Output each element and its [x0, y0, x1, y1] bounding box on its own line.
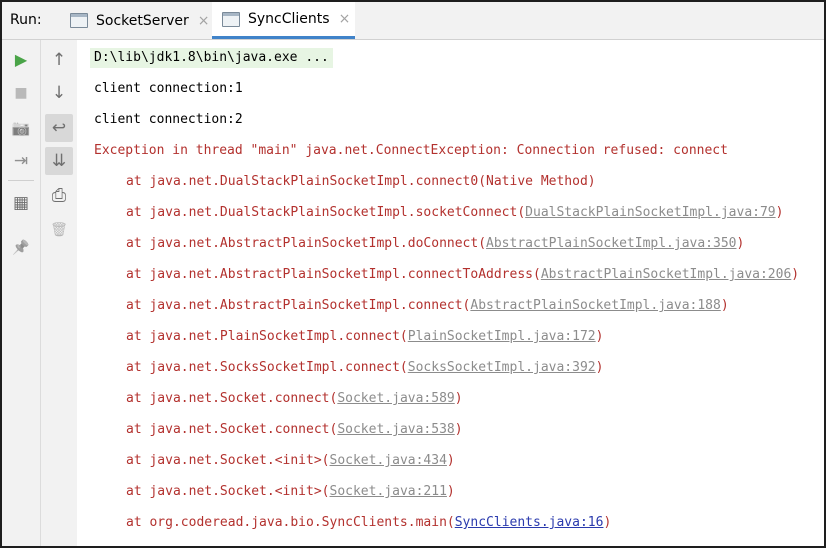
stack-frame-text: at java.net.Socket.connect( [126, 422, 338, 437]
stack-frame-text: ) [736, 236, 745, 251]
stack-frame-text: at java.net.Socket.connect( [126, 391, 338, 406]
stack-frame-text: ) [595, 329, 604, 344]
stack-frame: at java.net.PlainSocketImpl.connect(Plai… [126, 327, 603, 347]
tab-syncclients[interactable]: SyncClients × [212, 2, 355, 39]
stack-frame-text: ) [720, 298, 729, 313]
rerun-button[interactable]: ▶ [7, 46, 35, 74]
stack-frame-text: at org.coderead.java.bio.SyncClients.mai… [126, 515, 455, 530]
run-tab-bar: Run: SocketServer × SyncClients × [2, 2, 824, 40]
print-icon: ⎙ [51, 185, 67, 206]
stack-frame-text: ) [454, 391, 463, 406]
login-icon: ⇥ [13, 150, 29, 171]
stack-frame: at java.net.Socket.<init>(Socket.java:43… [126, 451, 455, 471]
stack-frame-text: ) [791, 267, 800, 282]
output-line: client connection:2 [94, 112, 243, 127]
run-tool-window: Run: SocketServer × SyncClients × ▶ ■ 📷 … [0, 0, 826, 548]
clear-all-button[interactable]: 🗑 [45, 216, 73, 244]
toolbar-divider [8, 180, 34, 181]
application-window-icon [70, 13, 88, 28]
source-link[interactable]: SocksSocketImpl.java:392 [408, 360, 596, 375]
stack-frame-text: at java.net.AbstractPlainSocketImpl.conn… [126, 267, 541, 282]
dump-threads-button[interactable]: 📷 [7, 114, 35, 142]
stack-frame: at java.net.Socket.connect(Socket.java:5… [126, 420, 463, 440]
scroll-to-end-button[interactable]: ⇊ [45, 147, 73, 175]
run-actions-toolbar: ▶ ■ 📷 ⇥ ▦ 📌 [2, 40, 41, 546]
source-link[interactable]: Socket.java:538 [337, 422, 454, 437]
source-link[interactable]: AbstractPlainSocketImpl.java:206 [541, 267, 791, 282]
stack-frame: at java.net.Socket.connect(Socket.java:5… [126, 389, 463, 409]
source-link[interactable]: PlainSocketImpl.java:172 [408, 329, 596, 344]
close-icon[interactable]: × [198, 13, 210, 29]
layout-icon: ▦ [12, 192, 30, 213]
down-stack-frame-button[interactable]: ↓ [45, 79, 73, 107]
soft-wrap-icon: ↩ [51, 117, 67, 138]
stack-frame-text: at java.net.PlainSocketImpl.connect( [126, 329, 408, 344]
stop-button[interactable]: ■ [7, 79, 35, 107]
stack-frame: at java.net.AbstractPlainSocketImpl.conn… [126, 296, 729, 316]
pin-icon: 📌 [12, 240, 30, 256]
command-line: D:\lib\jdk1.8\bin\java.exe ... [90, 48, 333, 68]
console-output[interactable]: D:\lib\jdk1.8\bin\java.exe ... client co… [78, 40, 824, 546]
run-icon: ▶ [14, 50, 28, 69]
trash-icon: 🗑 [50, 222, 68, 238]
stack-frame: at java.net.DualStackPlainSocketImpl.soc… [126, 203, 783, 223]
stack-frame-text: ) [446, 453, 455, 468]
scroll-to-end-icon: ⇊ [51, 150, 67, 171]
stack-frame-text: at java.net.DualStackPlainSocketImpl.con… [126, 174, 596, 189]
stack-frame-text: ) [775, 205, 784, 220]
stack-frame-text: ) [603, 515, 612, 530]
tab-socketserver[interactable]: SocketServer × [60, 2, 212, 39]
tab-label: SocketServer [96, 12, 189, 29]
exception-line: Exception in thread "main" java.net.Conn… [94, 143, 728, 158]
source-link[interactable]: Socket.java:211 [330, 484, 447, 499]
stack-frame-text: at java.net.AbstractPlainSocketImpl.doCo… [126, 236, 487, 251]
source-link[interactable]: Socket.java:434 [330, 453, 447, 468]
source-link[interactable]: AbstractPlainSocketImpl.java:350 [486, 236, 736, 251]
soft-wrap-button[interactable]: ↩ [45, 114, 73, 142]
restore-layout-button[interactable]: ⇥ [7, 147, 35, 175]
stack-frame: at java.net.SocksSocketImpl.connect(Sock… [126, 358, 603, 378]
arrow-down-icon: ↓ [51, 82, 67, 103]
close-icon[interactable]: × [339, 11, 351, 27]
stack-frame-text: ) [454, 422, 463, 437]
stack-frame: at java.net.DualStackPlainSocketImpl.con… [126, 172, 596, 192]
stack-frame-text: ) [446, 484, 455, 499]
tab-label: SyncClients [248, 11, 330, 27]
stack-frame-text: at java.net.DualStackPlainSocketImpl.soc… [126, 205, 526, 220]
arrow-up-icon: ↑ [51, 49, 67, 70]
stack-frame: at java.net.AbstractPlainSocketImpl.conn… [126, 265, 799, 285]
console-actions-toolbar: ↑ ↓ ↩ ⇊ ⎙ 🗑 [41, 40, 77, 546]
stack-frame-text: at java.net.Socket.<init>( [126, 453, 330, 468]
stack-frame-text: at java.net.Socket.<init>( [126, 484, 330, 499]
source-link[interactable]: DualStackPlainSocketImpl.java:79 [525, 205, 775, 220]
run-label: Run: [10, 12, 42, 28]
up-stack-frame-button[interactable]: ↑ [45, 46, 73, 74]
output-line: client connection:1 [94, 81, 243, 96]
stack-frame-text: ) [595, 360, 604, 375]
stack-frame: at org.coderead.java.bio.SyncClients.mai… [126, 513, 611, 533]
source-link[interactable]: Socket.java:589 [337, 391, 454, 406]
stack-frame-text: at java.net.SocksSocketImpl.connect( [126, 360, 408, 375]
source-link[interactable]: SyncClients.java:16 [455, 515, 604, 530]
application-window-icon [222, 11, 240, 27]
print-button[interactable]: ⎙ [45, 182, 73, 210]
stop-icon: ■ [14, 85, 28, 101]
layout-button[interactable]: ▦ [7, 189, 35, 217]
camera-icon: 📷 [11, 118, 31, 137]
stack-frame-text: at java.net.AbstractPlainSocketImpl.conn… [126, 298, 471, 313]
stack-frame: at java.net.Socket.<init>(Socket.java:21… [126, 482, 455, 502]
pin-tab-button[interactable]: 📌 [7, 234, 35, 262]
source-link[interactable]: AbstractPlainSocketImpl.java:188 [470, 298, 720, 313]
stack-frame: at java.net.AbstractPlainSocketImpl.doCo… [126, 234, 744, 254]
